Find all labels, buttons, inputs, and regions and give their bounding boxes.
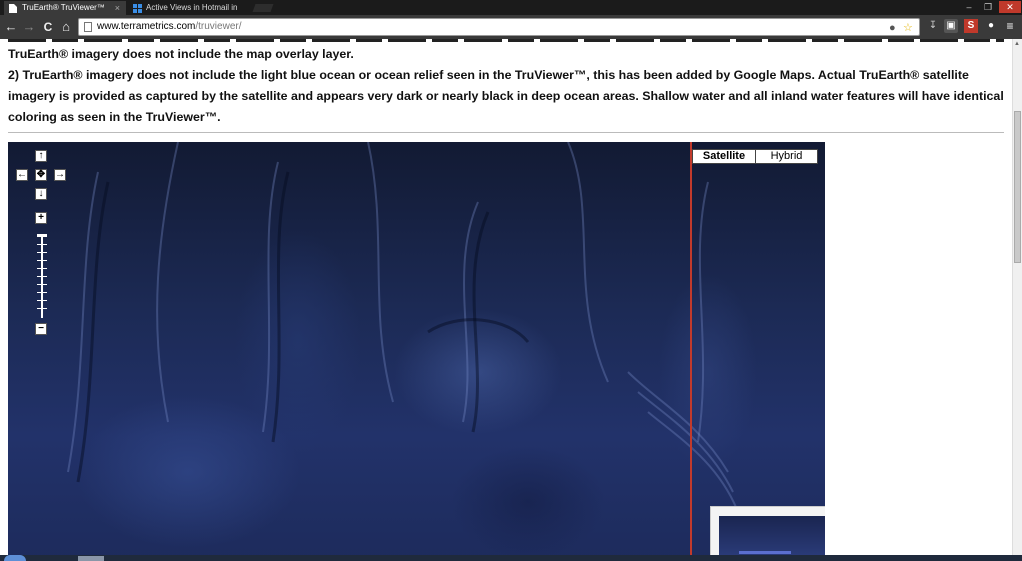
- zoom-tick: [37, 300, 47, 301]
- address-bar[interactable]: www.terrametrics.com/truviewer/ ● ☆: [78, 18, 920, 36]
- bookmark-star-icon[interactable]: ☆: [903, 20, 913, 36]
- zoom-tick: [37, 260, 47, 261]
- windows-logo-icon: [133, 4, 142, 13]
- zoom-tick: [37, 292, 47, 293]
- hybrid-maptype-button[interactable]: Hybrid: [755, 149, 818, 164]
- zoom-tick: [37, 252, 47, 253]
- zoom-tick: [37, 244, 47, 245]
- taskbar-item[interactable]: [78, 556, 104, 561]
- extension-download-icon[interactable]: ↧: [926, 19, 940, 33]
- overview-map[interactable]: [710, 506, 825, 555]
- tab-title: TruEarth® TruViewer™: [22, 3, 105, 12]
- os-taskbar: [0, 555, 1022, 561]
- pan-down-button[interactable]: ↓: [35, 188, 47, 200]
- pan-right-button[interactable]: →: [54, 169, 66, 181]
- scroll-up-icon[interactable]: ▲: [1014, 41, 1020, 47]
- zoom-tick: [37, 268, 47, 269]
- horizontal-rule: [8, 132, 1004, 133]
- comparison-divider[interactable]: [690, 142, 692, 555]
- browser-titlebar: TruEarth® TruViewer™ × Active Views in H…: [0, 0, 1022, 15]
- zoom-slider-handle[interactable]: [37, 234, 47, 237]
- zoom-tick: [37, 284, 47, 285]
- note-line-overlay: TruEarth® imagery does not include the m…: [8, 47, 354, 61]
- pan-left-button[interactable]: ←: [16, 169, 28, 181]
- start-button[interactable]: [4, 555, 26, 561]
- url-host: www.terrametrics.com: [97, 21, 196, 32]
- tab-truviewer[interactable]: TruEarth® TruViewer™ ×: [4, 1, 126, 15]
- tab-close-icon[interactable]: ×: [115, 1, 120, 15]
- forward-button[interactable]: →: [21, 19, 37, 35]
- lightbulb-icon[interactable]: ●: [889, 20, 896, 36]
- page-content: TruEarth® imagery does not include the m…: [0, 39, 1012, 555]
- tab-hotmail[interactable]: Active Views in Hotmail in: [128, 1, 250, 15]
- zoom-tick: [37, 308, 47, 309]
- page-icon: [84, 22, 92, 32]
- pan-center-button[interactable]: ✥: [35, 169, 47, 181]
- scrollbar-thumb[interactable]: [1014, 111, 1021, 263]
- note-2-paragraph: 2) TruEarth® imagery does not include th…: [8, 68, 1004, 124]
- tab-title: Active Views in Hotmail in: [146, 3, 238, 12]
- extension-play-icon[interactable]: ●: [984, 19, 998, 33]
- url-path: /truviewer/: [195, 21, 242, 32]
- pan-up-button[interactable]: ↑: [35, 150, 47, 162]
- extension-screen-icon[interactable]: ▣: [944, 19, 958, 33]
- overview-viewport-box[interactable]: [739, 551, 791, 554]
- zoom-in-button[interactable]: +: [35, 212, 47, 224]
- page-scrollbar[interactable]: ▲: [1012, 39, 1022, 555]
- back-button[interactable]: ←: [3, 19, 19, 35]
- minimize-button[interactable]: –: [960, 1, 978, 13]
- zoom-out-button[interactable]: −: [35, 323, 47, 335]
- browser-toolbar: ← → C ⌂ www.terrametrics.com/truviewer/ …: [0, 15, 1022, 39]
- overview-map-image: [719, 516, 825, 555]
- page-favicon-icon: [9, 4, 17, 13]
- restore-button[interactable]: ❐: [979, 1, 997, 13]
- close-window-button[interactable]: ✕: [999, 1, 1021, 13]
- extension-s-icon[interactable]: S: [964, 19, 978, 33]
- reload-button[interactable]: C: [40, 19, 56, 35]
- zoom-tick: [37, 276, 47, 277]
- ocean-relief-texture: [67, 142, 739, 513]
- satellite-maptype-button[interactable]: Satellite: [692, 149, 756, 164]
- home-button[interactable]: ⌂: [58, 19, 74, 35]
- satellite-map[interactable]: ↑ ← ✥ → ↓ + − Satellite Hybrid: [8, 142, 825, 555]
- new-tab-button[interactable]: [252, 4, 274, 12]
- menu-icon[interactable]: ≡: [1003, 19, 1017, 33]
- url-text: www.terrametrics.com/truviewer/: [97, 19, 241, 35]
